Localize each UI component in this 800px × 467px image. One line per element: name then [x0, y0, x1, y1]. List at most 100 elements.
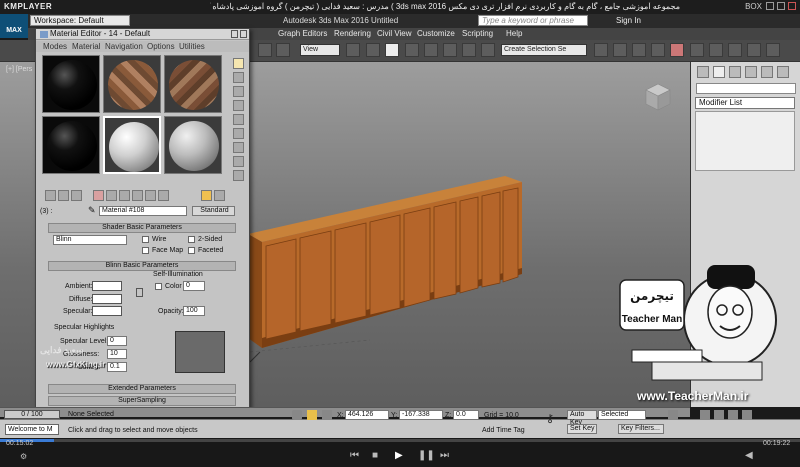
opacity-value[interactable]: 100: [183, 306, 205, 316]
menu-rendering[interactable]: Rendering: [334, 29, 371, 38]
menu-customize[interactable]: Customize: [417, 29, 455, 38]
selection-lock-icon[interactable]: [307, 410, 317, 420]
extended-rollout-header[interactable]: Extended Parameters: [48, 384, 236, 394]
previous-icon[interactable]: ⏮: [350, 450, 359, 461]
key-filters-button[interactable]: Key Filters...: [618, 424, 664, 434]
show-end-result-icon[interactable]: [158, 190, 169, 201]
menu-graph-editors[interactable]: Graph Editors: [278, 29, 327, 38]
sample-type-icon[interactable]: [233, 58, 244, 69]
options-icon[interactable]: [233, 142, 244, 153]
menu-material[interactable]: Material: [72, 42, 100, 51]
video-color-check-icon[interactable]: [233, 114, 244, 125]
modify-tab-icon[interactable]: [713, 66, 725, 78]
self-illum-value[interactable]: 0: [183, 281, 205, 291]
background-icon[interactable]: [233, 86, 244, 97]
search-input[interactable]: Type a keyword or phrase: [478, 15, 588, 26]
minimize-icon[interactable]: [766, 2, 774, 10]
mirror-icon[interactable]: [481, 43, 495, 57]
display-tab-icon[interactable]: [761, 66, 773, 78]
sample-slot-1[interactable]: [42, 55, 100, 113]
object-name-field[interactable]: [696, 83, 796, 94]
scale-icon[interactable]: [276, 43, 290, 57]
close-icon[interactable]: [788, 2, 796, 10]
seek-bar[interactable]: [0, 439, 800, 442]
create-tab-icon[interactable]: [697, 66, 709, 78]
maximize-icon[interactable]: [777, 2, 785, 10]
percent-snap-icon[interactable]: [424, 43, 438, 57]
play-icon[interactable]: ▶: [395, 450, 403, 461]
absolute-mode-icon[interactable]: [322, 410, 332, 420]
make-unique-icon[interactable]: [106, 190, 117, 201]
schematic-view-icon[interactable]: [651, 43, 665, 57]
glossiness-value[interactable]: 10: [107, 349, 127, 359]
pause-icon[interactable]: ❚❚: [418, 450, 435, 461]
time-slider[interactable]: 0 / 100: [4, 410, 60, 419]
render-production-icon[interactable]: [747, 43, 761, 57]
supersampling-rollout-header[interactable]: SuperSampling: [48, 396, 236, 406]
material-editor-icon[interactable]: [670, 43, 684, 57]
material-editor-title[interactable]: Material Editor - 14 - Default: [36, 29, 249, 40]
playback-icon[interactable]: [668, 410, 678, 420]
menu-civil-view[interactable]: Civil View: [377, 29, 412, 38]
x-coord-field[interactable]: 464.126: [345, 410, 389, 420]
diffuse-color-swatch[interactable]: [92, 294, 122, 304]
backlight-icon[interactable]: [233, 72, 244, 83]
put-to-library-icon[interactable]: [119, 190, 130, 201]
assign-to-selection-icon[interactable]: [71, 190, 82, 201]
soften-value[interactable]: 0.1: [107, 362, 127, 372]
maxscript-listener[interactable]: Welcome to M: [5, 424, 59, 435]
sample-slot-2[interactable]: [103, 55, 161, 113]
zoom-icon[interactable]: [700, 410, 710, 420]
stop-icon[interactable]: ■: [372, 450, 378, 461]
sign-in-link[interactable]: Sign In: [616, 16, 641, 25]
orbit-icon[interactable]: [728, 410, 738, 420]
ambient-color-swatch[interactable]: [92, 281, 122, 291]
go-to-parent-icon[interactable]: [201, 190, 212, 201]
pan-icon[interactable]: [714, 410, 724, 420]
pivot-icon[interactable]: [346, 43, 360, 57]
face-map-checkbox[interactable]: [142, 247, 149, 254]
reference-coordinate-dropdown[interactable]: View: [300, 44, 340, 56]
sample-slot-6[interactable]: [164, 116, 222, 174]
shader-type-dropdown[interactable]: Blinn: [53, 235, 127, 245]
render-icon[interactable]: [728, 43, 742, 57]
settings-icon[interactable]: ⚙: [20, 452, 27, 461]
show-map-icon[interactable]: [145, 190, 156, 201]
y-coord-field[interactable]: -167.338: [399, 410, 443, 420]
faceted-checkbox[interactable]: [188, 247, 195, 254]
snap-icon[interactable]: [385, 43, 399, 57]
sample-slot-4[interactable]: [42, 116, 100, 174]
render-iterative-icon[interactable]: [766, 43, 780, 57]
auto-key-button[interactable]: Auto Key: [567, 410, 597, 426]
rendered-frame-icon[interactable]: [709, 43, 723, 57]
shader-rollout-header[interactable]: Shader Basic Parameters: [48, 223, 236, 233]
select-by-material-icon[interactable]: [233, 156, 244, 167]
motion-tab-icon[interactable]: [745, 66, 757, 78]
sample-slot-5-active[interactable]: [103, 116, 161, 174]
layer-icon[interactable]: [613, 43, 627, 57]
uv-tiling-icon[interactable]: [233, 100, 244, 111]
reset-map-icon[interactable]: [93, 190, 104, 201]
specular-color-swatch[interactable]: [92, 306, 122, 316]
material-id-icon[interactable]: [132, 190, 143, 201]
select-manipulate-icon[interactable]: [366, 43, 380, 57]
workspace-dropdown[interactable]: Workspace: Default: [30, 15, 130, 26]
self-illum-color-checkbox[interactable]: [155, 283, 162, 290]
make-preview-icon[interactable]: [233, 128, 244, 139]
maximize-viewport-icon[interactable]: [742, 410, 752, 420]
align-icon[interactable]: [594, 43, 608, 57]
menu-help[interactable]: Help: [506, 29, 522, 38]
angle-snap-icon[interactable]: [405, 43, 419, 57]
material-name-field[interactable]: Material #108: [99, 206, 187, 216]
edit-named-sets-icon[interactable]: [462, 43, 476, 57]
menu-modes[interactable]: Modes: [43, 42, 67, 51]
max-app-button[interactable]: MAX: [0, 14, 28, 38]
menu-options[interactable]: Options: [147, 42, 175, 51]
material-navigator-icon[interactable]: [233, 170, 244, 181]
selected-dropdown[interactable]: Selected: [598, 410, 646, 420]
rotate-icon[interactable]: [258, 43, 272, 57]
hierarchy-tab-icon[interactable]: [729, 66, 741, 78]
modifier-stack[interactable]: [695, 111, 795, 171]
menu-utilities[interactable]: Utilities: [179, 42, 205, 51]
key-icon[interactable]: ⚷: [546, 412, 554, 425]
